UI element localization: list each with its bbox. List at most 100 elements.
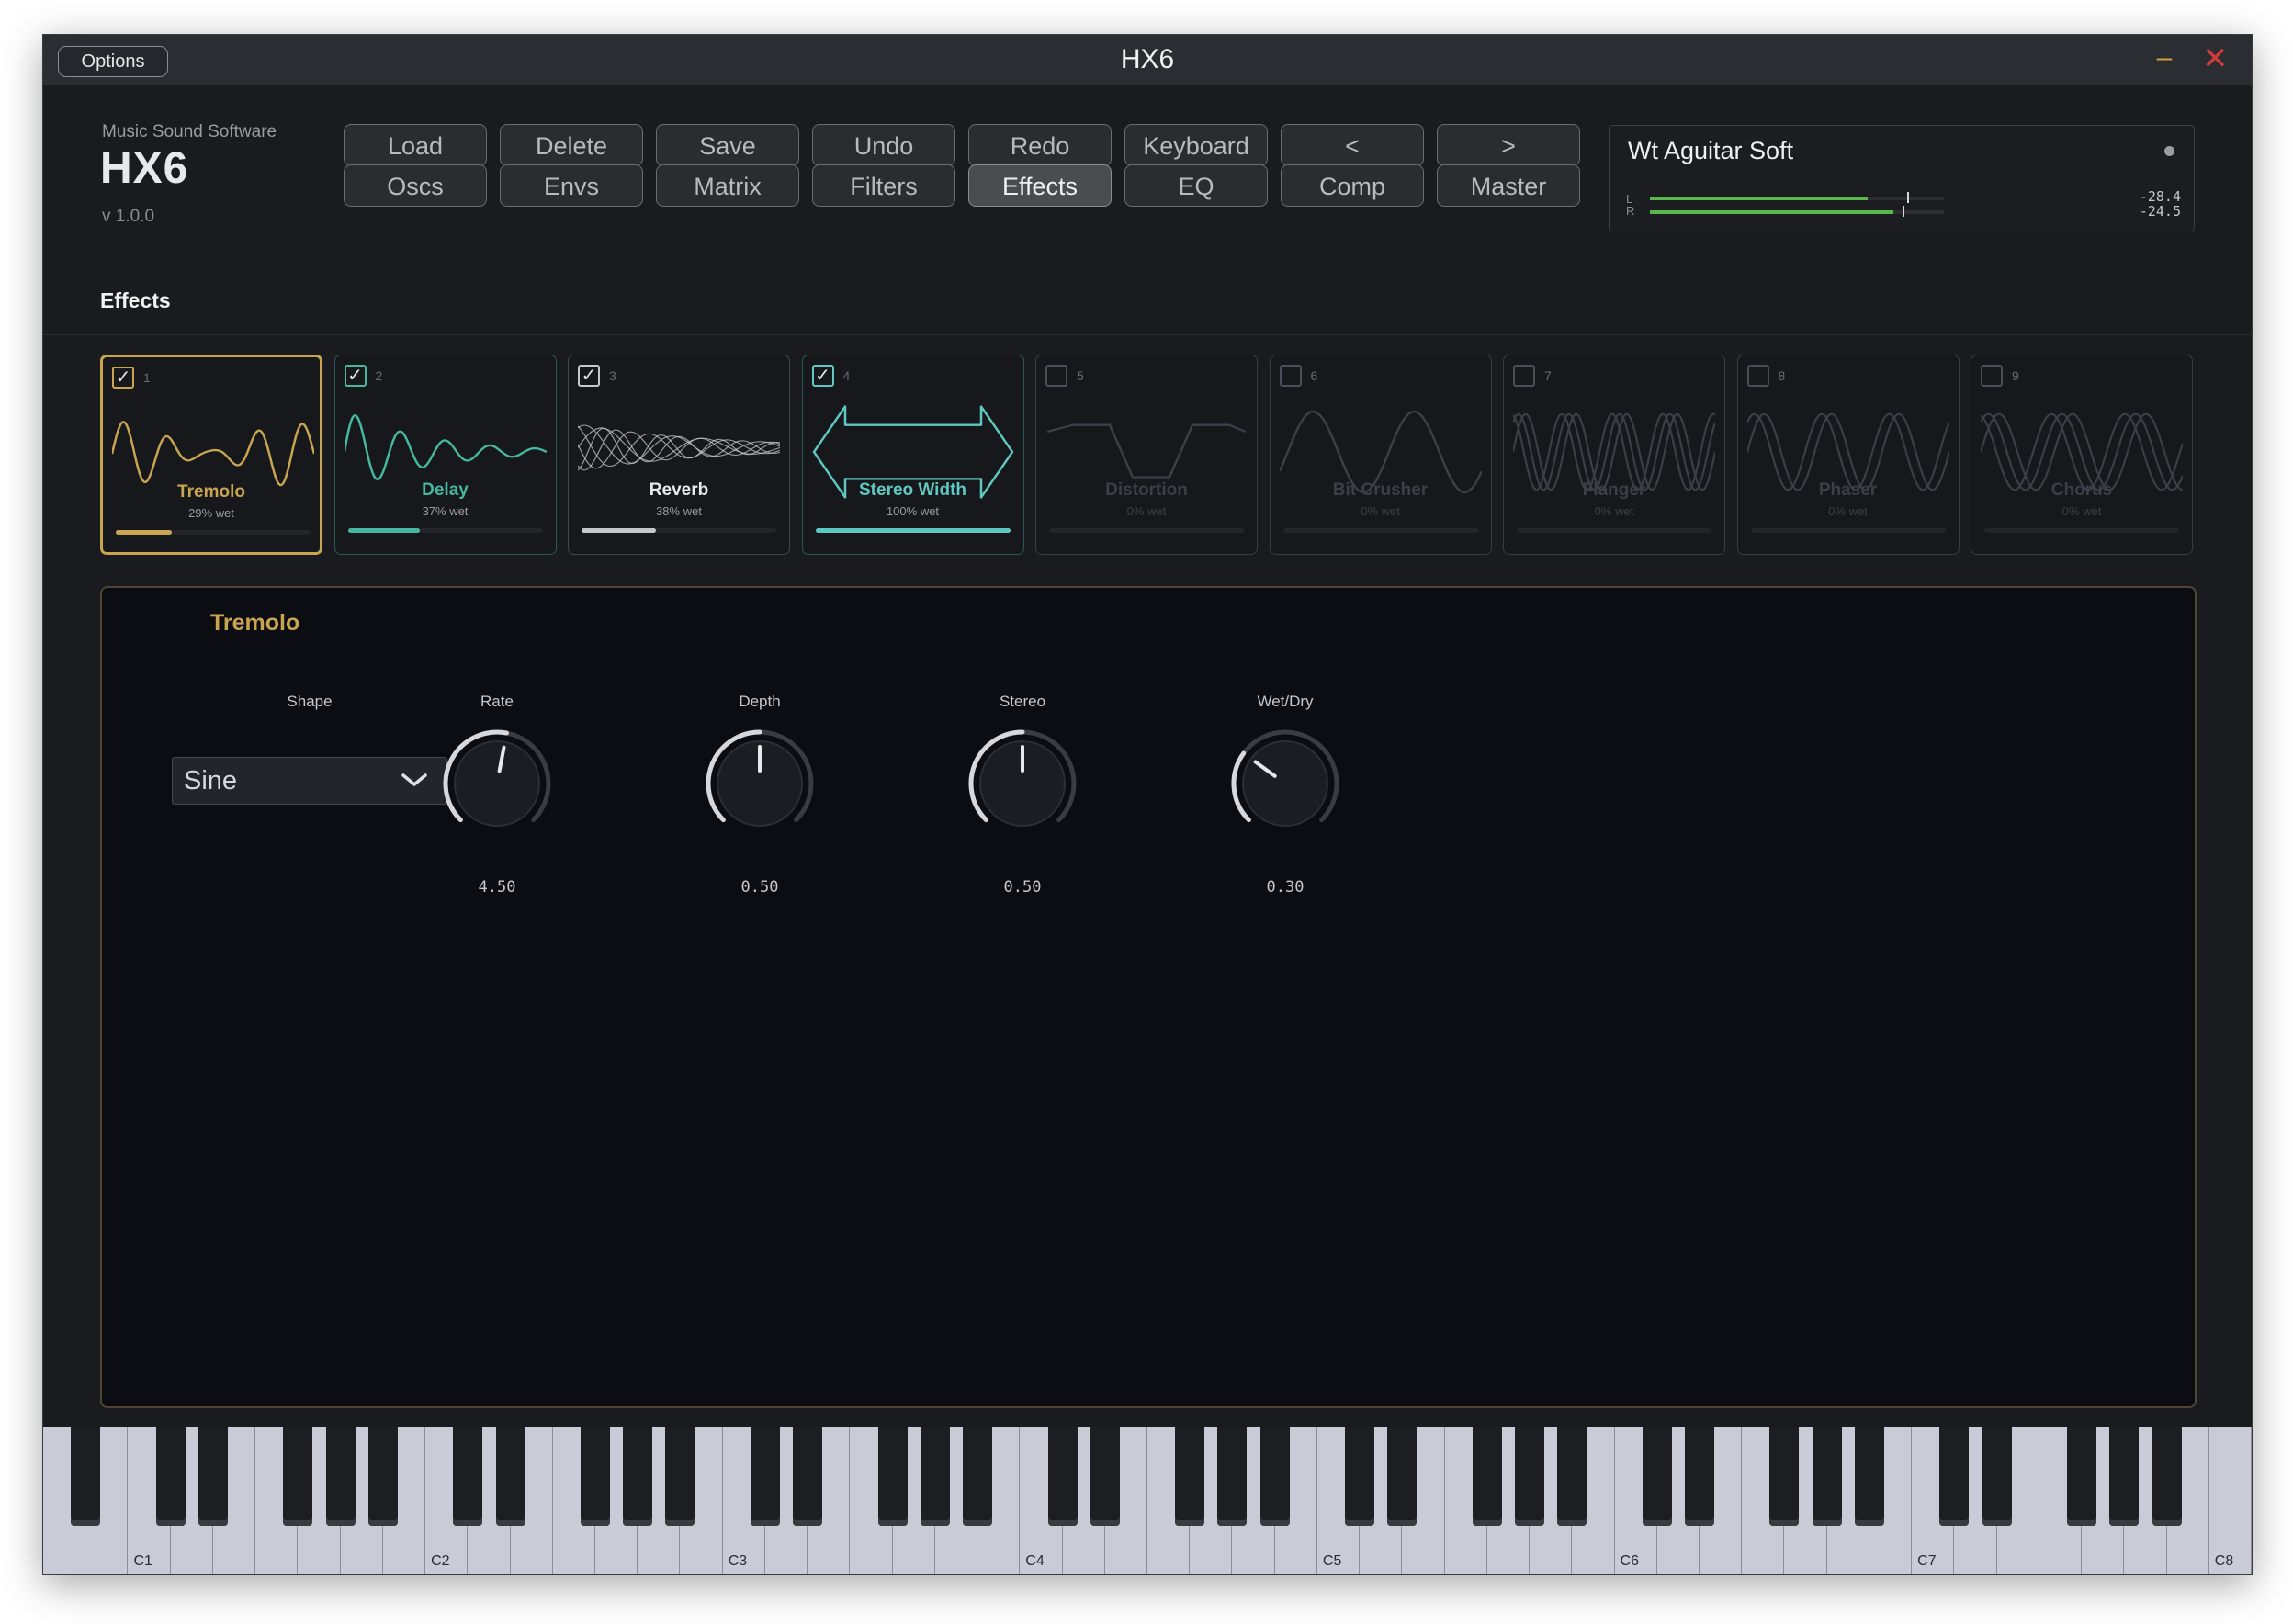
black-key[interactable] [1557,1427,1587,1526]
knob-label-rate: Rate [480,693,514,710]
slot-number: 8 [1778,368,1786,383]
black-key[interactable] [495,1427,525,1526]
toolbar-button-envs[interactable]: Envs [500,164,643,207]
close-icon[interactable]: ✕ [2202,43,2229,74]
wet-level-bar [1984,528,2179,533]
wet-level-bar [582,528,776,533]
black-key[interactable] [1259,1427,1290,1526]
slot-wet-amount: 0% wet [1361,504,1400,518]
knob-stereo[interactable] [965,726,1080,841]
black-key[interactable] [1090,1427,1120,1526]
effect-slot-chorus[interactable]: 9 Chorus 0% wet [1971,355,2193,555]
enable-checkbox[interactable] [1279,365,1302,387]
minimize-icon[interactable]: – [2152,44,2176,72]
toolbar-button-oscs[interactable]: Oscs [344,164,487,207]
effect-slot-tremolo[interactable]: ✓ 1 Tremolo 29% wet [100,355,322,555]
black-key[interactable] [367,1427,398,1526]
shape-dropdown[interactable]: Sine [172,757,447,805]
slot-number: 3 [609,368,616,383]
toolbar-button-undo[interactable]: Undo [812,124,955,166]
toolbar-button-effects[interactable]: Effects [968,164,1112,207]
effect-slot-distortion[interactable]: 5 Distortion 0% wet [1035,355,1258,555]
slot-name: Phaser [1818,480,1878,500]
effect-slot-phaser[interactable]: 8 Phaser 0% wet [1736,355,1960,555]
black-key[interactable] [1217,1427,1248,1526]
black-key[interactable] [2067,1427,2097,1526]
piano-keyboard[interactable]: C1 C2 C3 C4 C5 C6 C7 C8 [43,1427,2252,1574]
black-key[interactable] [325,1427,356,1526]
enable-checkbox[interactable]: ✓ [578,365,600,387]
wet-level-fill [116,530,173,535]
toolbar-button-matrix[interactable]: Matrix [656,164,799,207]
black-key[interactable] [1047,1427,1078,1526]
slot-number: 5 [1077,368,1084,383]
toolbar-button-save[interactable]: Save [656,124,799,166]
white-key[interactable] [2209,1427,2252,1574]
black-key[interactable] [1854,1427,1884,1526]
slot-wet-amount: 0% wet [1594,504,1634,518]
black-key[interactable] [963,1427,993,1526]
black-key[interactable] [2152,1427,2182,1526]
slot-name: Stereo Width [859,480,966,500]
enable-checkbox[interactable]: ✓ [112,367,134,389]
black-key[interactable] [1982,1427,2012,1526]
black-key[interactable] [581,1427,610,1526]
black-key[interactable] [1345,1427,1375,1526]
black-key[interactable] [283,1427,313,1526]
enable-checkbox[interactable] [1045,365,1067,387]
black-key[interactable] [1515,1427,1545,1526]
effect-slot-bit-crusher[interactable]: 6 Bit Crusher 0% wet [1269,355,1492,555]
effect-panel-title: Tremolo [210,610,300,636]
toolbar-button-redo[interactable]: Redo [968,124,1112,166]
black-key[interactable] [2109,1427,2140,1526]
enable-checkbox[interactable] [1746,365,1769,387]
black-key[interactable] [877,1427,908,1526]
black-key[interactable] [1175,1427,1205,1526]
preset-display[interactable]: Wt Aguitar Soft L R -28.4 -24.5 [1609,125,2195,231]
enable-checkbox[interactable] [1513,365,1535,387]
toolbar-button-delete[interactable]: Delete [500,124,643,166]
toolbar-button-comp[interactable]: Comp [1281,164,1424,207]
black-key[interactable] [155,1427,186,1526]
knob-rate[interactable] [439,726,555,841]
knob-label-depth: Depth [739,693,781,710]
black-key[interactable] [1685,1427,1714,1526]
black-key[interactable] [198,1427,228,1526]
black-key[interactable] [1472,1427,1502,1526]
knob-depth[interactable] [702,726,818,841]
enable-checkbox[interactable] [1981,365,2003,387]
black-key[interactable] [623,1427,653,1526]
black-key[interactable] [1642,1427,1672,1526]
toolbar-button-keyboard[interactable]: Keyboard [1124,124,1268,166]
toolbar-button-eq[interactable]: EQ [1124,164,1268,207]
black-key[interactable] [453,1427,483,1526]
toolbar-button-master[interactable]: Master [1437,164,1580,207]
slot-name: Tremolo [177,482,245,502]
next-preset-button[interactable]: > [1437,124,1580,166]
preset-menu-dot-icon[interactable] [2164,146,2174,156]
toolbar-button-load[interactable]: Load [344,124,487,166]
black-key[interactable] [750,1427,780,1526]
effect-slot-reverb[interactable]: ✓ 3 Reverb 38% wet [568,355,790,555]
effect-slot-delay[interactable]: ✓ 2 Delay 37% wet [333,355,557,555]
black-key[interactable] [920,1427,950,1526]
previous-preset-button[interactable]: < [1281,124,1424,166]
effect-slot-flanger[interactable]: 7 Flanger 0% wet [1503,355,1725,555]
slot-number: 1 [143,370,151,385]
black-key[interactable] [1939,1427,1970,1526]
app-window: Options HX6 – ✕ Music Sound Software HX6… [42,34,2253,1575]
knob-value-depth: 0.50 [740,878,779,897]
toolbar-button-filters[interactable]: Filters [812,164,955,207]
knob-wetdry[interactable] [1227,726,1343,841]
black-key[interactable] [1769,1427,1800,1526]
slot-wet-amount: 37% wet [422,504,469,518]
enable-checkbox[interactable]: ✓ [811,365,834,387]
black-key[interactable] [665,1427,695,1526]
black-key[interactable] [1387,1427,1418,1526]
black-key[interactable] [71,1427,101,1526]
black-key[interactable] [1812,1427,1842,1526]
black-key[interactable] [793,1427,823,1526]
enable-checkbox[interactable]: ✓ [344,365,367,387]
effect-slot-stereo-width[interactable]: ✓ 4 Stereo Width 100% wet [801,355,1024,555]
meter-left-fill [1650,197,1868,200]
